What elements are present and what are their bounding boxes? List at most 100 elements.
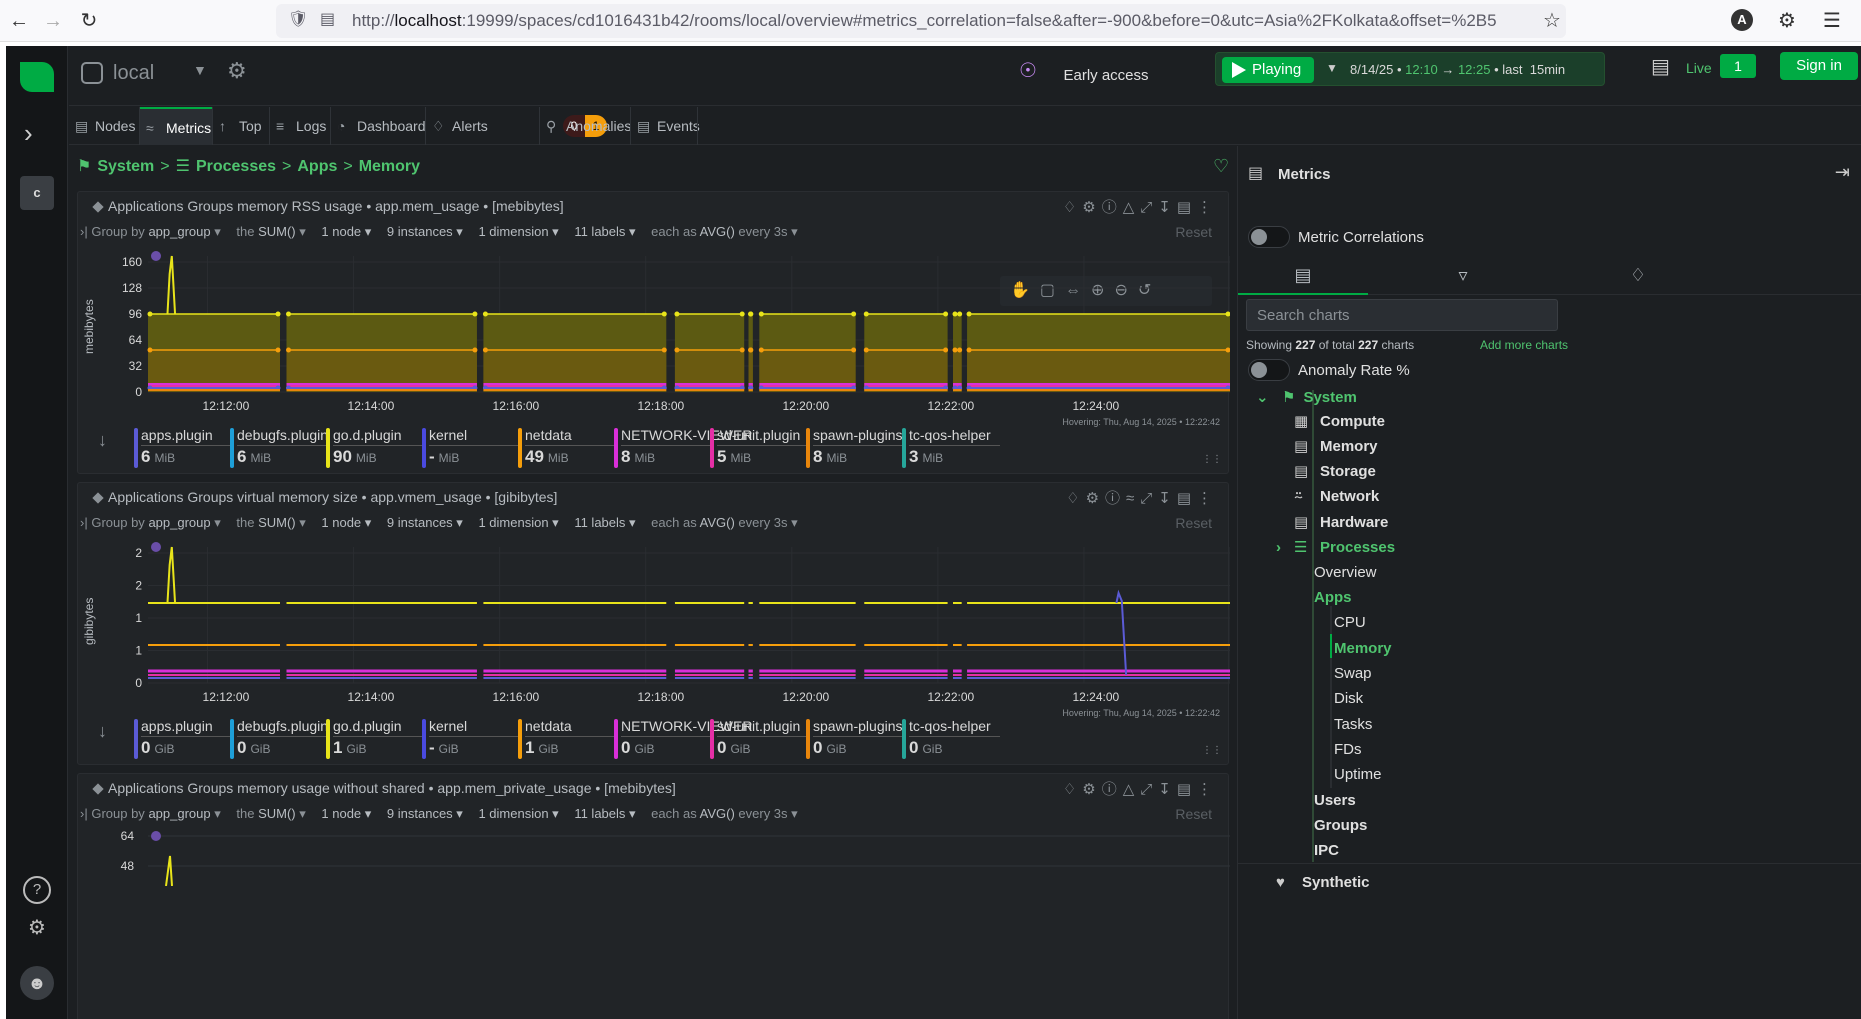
tab-anomalies[interactable]: ⚲ Anomalies	[540, 107, 631, 145]
settings-gear-icon[interactable]: ⚙	[23, 914, 51, 942]
tree-fds[interactable]: FDs	[1334, 741, 1362, 758]
reset-button[interactable]: Reset	[1175, 224, 1212, 240]
breadcrumb-memory[interactable]: Memory	[359, 158, 420, 175]
group-by-control[interactable]: ›| Group by app_group ▾	[80, 515, 221, 530]
tree-system[interactable]: ⌄ ⚑ System	[1256, 388, 1357, 406]
labels-control[interactable]: 11 labels ▾	[574, 515, 635, 530]
forward-arrow-icon[interactable]: →	[40, 8, 66, 34]
chart-toolbar[interactable]: ♢⚙ⓘ△⤢↧▤⋮	[1063, 778, 1218, 799]
dimensions-control[interactable]: 1 dimension ▾	[478, 806, 558, 821]
url-bar[interactable]: http://localhost:19999/spaces/cd1016431b…	[276, 4, 1566, 38]
tree-users[interactable]: Users	[1314, 792, 1356, 809]
time-control[interactable]: Playing ▼ 8/14/25 • 12:10 → 12:25 • last…	[1215, 52, 1605, 86]
tree-cpu[interactable]: CPU	[1334, 614, 1366, 631]
time-aggregation-control[interactable]: each as AVG() every 3s ▾	[651, 515, 798, 530]
legend-item[interactable]: netdata 49 MiB	[518, 426, 616, 470]
tab-alerts-sidebar[interactable]: ♢	[1573, 255, 1703, 295]
tab-charts-index[interactable]: ▤	[1238, 255, 1368, 295]
tree-network[interactable]: ⍨ Network	[1294, 488, 1379, 505]
tree-ipc[interactable]: IPC	[1314, 842, 1339, 859]
legend-item[interactable]: NETWORK-VIEWER 0 GiB	[614, 717, 752, 761]
labels-control[interactable]: 11 labels ▾	[574, 806, 635, 821]
early-access-link[interactable]: Early access	[1063, 67, 1148, 84]
time-aggregation-control[interactable]: each as AVG() every 3s ▾	[651, 224, 798, 239]
instances-control[interactable]: 9 instances ▾	[387, 224, 463, 239]
chart-plot[interactable]: 64 48	[98, 826, 1230, 886]
arrow-down-icon[interactable]: ↓	[98, 430, 107, 451]
reset-button[interactable]: Reset	[1175, 806, 1212, 822]
legend-item[interactable]: tc-qos-helper 3 MiB	[902, 426, 1000, 470]
chevron-down-icon[interactable]: ▼	[193, 62, 207, 78]
legend-item[interactable]: apps.plugin 0 GiB	[134, 717, 232, 761]
legend-item[interactable]: kernel - MiB	[422, 426, 520, 470]
room-name[interactable]: local	[113, 62, 154, 85]
profile-avatar[interactable]: A	[1731, 9, 1753, 31]
tab-top[interactable]: ↑ Top	[213, 107, 269, 145]
tab-alerts[interactable]: ♢ Alerts	[426, 107, 530, 145]
add-more-charts-link[interactable]: Add more charts	[1480, 338, 1568, 352]
breadcrumb-processes[interactable]: Processes	[196, 158, 276, 175]
dimensions-control[interactable]: 1 dimension ▾	[478, 515, 558, 530]
aggregation-control[interactable]: the SUM() ▾	[236, 515, 305, 530]
breadcrumb-apps[interactable]: Apps	[297, 158, 337, 175]
chevron-down-icon[interactable]: ▼	[1326, 61, 1338, 75]
space-avatar[interactable]: c	[20, 176, 54, 210]
netdata-logo[interactable]	[18, 60, 56, 94]
heart-icon[interactable]: ♡	[1213, 156, 1229, 177]
help-icon[interactable]: ?	[23, 876, 51, 904]
legend-item[interactable]: tc-qos-helper 0 GiB	[902, 717, 1000, 761]
chart-plot[interactable]: 2 2 1 1 0 12:12:00 12:14:00 12:16:00 12:18:00 12:…	[98, 535, 1230, 715]
tab-dashboard[interactable]: ◔ Dashboard	[331, 107, 426, 145]
tree-memory[interactable]: ▤ Memory	[1294, 437, 1378, 455]
legend-item[interactable]: netdata 1 GiB	[518, 717, 616, 761]
menu-icon[interactable]: ☰	[1819, 8, 1845, 34]
breadcrumb-system[interactable]: System	[97, 158, 154, 175]
tree-synthetic[interactable]: ♥ Synthetic	[1276, 874, 1370, 891]
legend-item[interactable]: debugfs.plugin 0 GiB	[230, 717, 328, 761]
tab-filters[interactable]: ▿	[1398, 255, 1528, 295]
sign-in-button[interactable]: Sign in	[1780, 52, 1858, 80]
tree-groups[interactable]: Groups	[1314, 817, 1367, 834]
tree-disk[interactable]: Disk	[1334, 690, 1363, 707]
aggregation-control[interactable]: the SUM() ▾	[236, 806, 305, 821]
shield-icon[interactable]: 🛡	[288, 9, 308, 29]
arrow-down-icon[interactable]: ↓	[98, 721, 107, 742]
collapse-sidebar-icon[interactable]: ⇥	[1835, 162, 1850, 183]
back-arrow-icon[interactable]: ←	[6, 8, 32, 34]
legend-item[interactable]: kernel - GiB	[422, 717, 520, 761]
extensions-icon[interactable]: ⚙	[1774, 8, 1800, 34]
anomaly-rate-toggle[interactable]	[1248, 359, 1290, 381]
reset-button[interactable]: Reset	[1175, 515, 1212, 531]
dimensions-control[interactable]: 1 dimension ▾	[478, 224, 558, 239]
time-range[interactable]: 8/14/25 • 12:10 → 12:25 • last 15min	[1350, 62, 1565, 77]
instances-control[interactable]: 9 instances ▾	[387, 806, 463, 821]
chart-toolbar[interactable]: ♢⚙ⓘ△⤢↧▤⋮	[1063, 196, 1218, 217]
metric-correlations-toggle[interactable]	[1248, 226, 1290, 248]
playing-button[interactable]: Playing	[1222, 57, 1314, 83]
tab-logs[interactable]: ≡ Logs	[270, 107, 330, 145]
tree-hardware[interactable]: ▤ Hardware	[1294, 513, 1388, 531]
legend-item[interactable]: spawn-plugins 8 MiB	[806, 426, 904, 470]
labels-control[interactable]: 11 labels ▾	[574, 224, 635, 239]
tree-swap[interactable]: Swap	[1334, 665, 1372, 682]
tree-app-memory[interactable]: Memory	[1334, 640, 1392, 657]
legend-item[interactable]: sd-unit.plugin 0 GiB	[710, 717, 808, 761]
chart-toolbar[interactable]: ♢⚙ⓘ≈⤢↧▤⋮	[1066, 487, 1218, 508]
room-settings-gear-icon[interactable]: ⚙	[227, 58, 247, 84]
time-aggregation-control[interactable]: each as AVG() every 3s ▾	[651, 806, 798, 821]
resize-handle-icon[interactable]: ⋮⋮	[1202, 745, 1222, 756]
instances-control[interactable]: 9 instances ▾	[387, 515, 463, 530]
legend-item[interactable]: spawn-plugins 0 GiB	[806, 717, 904, 761]
tab-nodes[interactable]: ▤ Nodes	[69, 107, 139, 145]
expand-chevron-icon[interactable]: ›	[24, 118, 33, 149]
tab-metrics[interactable]: ≈ Metrics	[140, 107, 212, 145]
live-count-badge[interactable]: 1	[1720, 54, 1756, 78]
aggregation-control[interactable]: the SUM() ▾	[236, 224, 305, 239]
bookmark-star-icon[interactable]: ☆	[1539, 8, 1565, 34]
nodes-control[interactable]: 1 node ▾	[321, 515, 371, 530]
resize-handle-icon[interactable]: ⋮⋮	[1202, 454, 1222, 465]
chart-plot[interactable]: 160 128 96 64 32 0 12:12:00 12:14:00 12:16:00 12:…	[98, 244, 1230, 424]
tree-compute[interactable]: ▦ Compute	[1294, 412, 1385, 430]
tree-overview[interactable]: Overview	[1314, 564, 1377, 581]
legend-item[interactable]: go.d.plugin 90 MiB	[326, 426, 424, 470]
